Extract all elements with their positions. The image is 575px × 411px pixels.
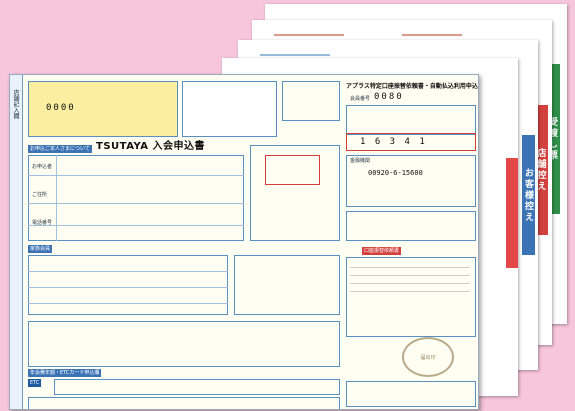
family-box — [28, 255, 228, 315]
family-right-box — [234, 255, 340, 315]
bank-detail-box — [346, 211, 476, 241]
etc-box — [54, 379, 340, 395]
section-bank: 口座振替依頼書 — [362, 247, 402, 255]
right-top-box — [346, 105, 476, 135]
band-extra — [506, 158, 518, 268]
bottom-box — [28, 397, 340, 409]
right-bottom-box — [346, 381, 476, 407]
top-mid-box — [182, 81, 277, 137]
section-family: 家族会員 — [28, 245, 53, 253]
bank-number: 00920-6-15600 — [368, 169, 423, 177]
applicant-label: お申込者 — [32, 164, 53, 170]
main-form: 店舗記入欄 0000 TSUTAYA 入会申込書 お申込ご本人さまについて お申… — [9, 74, 479, 410]
number-value: 0080 — [374, 92, 404, 102]
bank-box — [346, 155, 476, 207]
apply-box — [28, 155, 244, 241]
top-right-box — [282, 81, 340, 121]
notice-box — [346, 257, 476, 337]
red-box — [265, 155, 320, 185]
section-etc: 年会費年額・ETCカード申込欄 — [28, 369, 102, 377]
etc-label: ETC — [28, 379, 42, 387]
side-strip: 店舗記入欄 — [10, 75, 23, 409]
card-box — [346, 133, 476, 151]
left-digits: 0000 — [46, 103, 76, 113]
number-label: 会員番号 — [350, 96, 371, 102]
right-title: アプラス特定口座振替依頼書・自動払込利用申込書 — [346, 83, 479, 90]
stamp-circle: 届出印 — [402, 337, 454, 377]
form-title: TSUTAYA 入会申込書 — [96, 141, 205, 152]
band-customer: お客様控え — [522, 135, 535, 255]
lower-box — [28, 321, 340, 367]
address-label: ご住所 — [32, 192, 48, 198]
section-apply: お申込ご本人さまについて — [28, 145, 92, 153]
